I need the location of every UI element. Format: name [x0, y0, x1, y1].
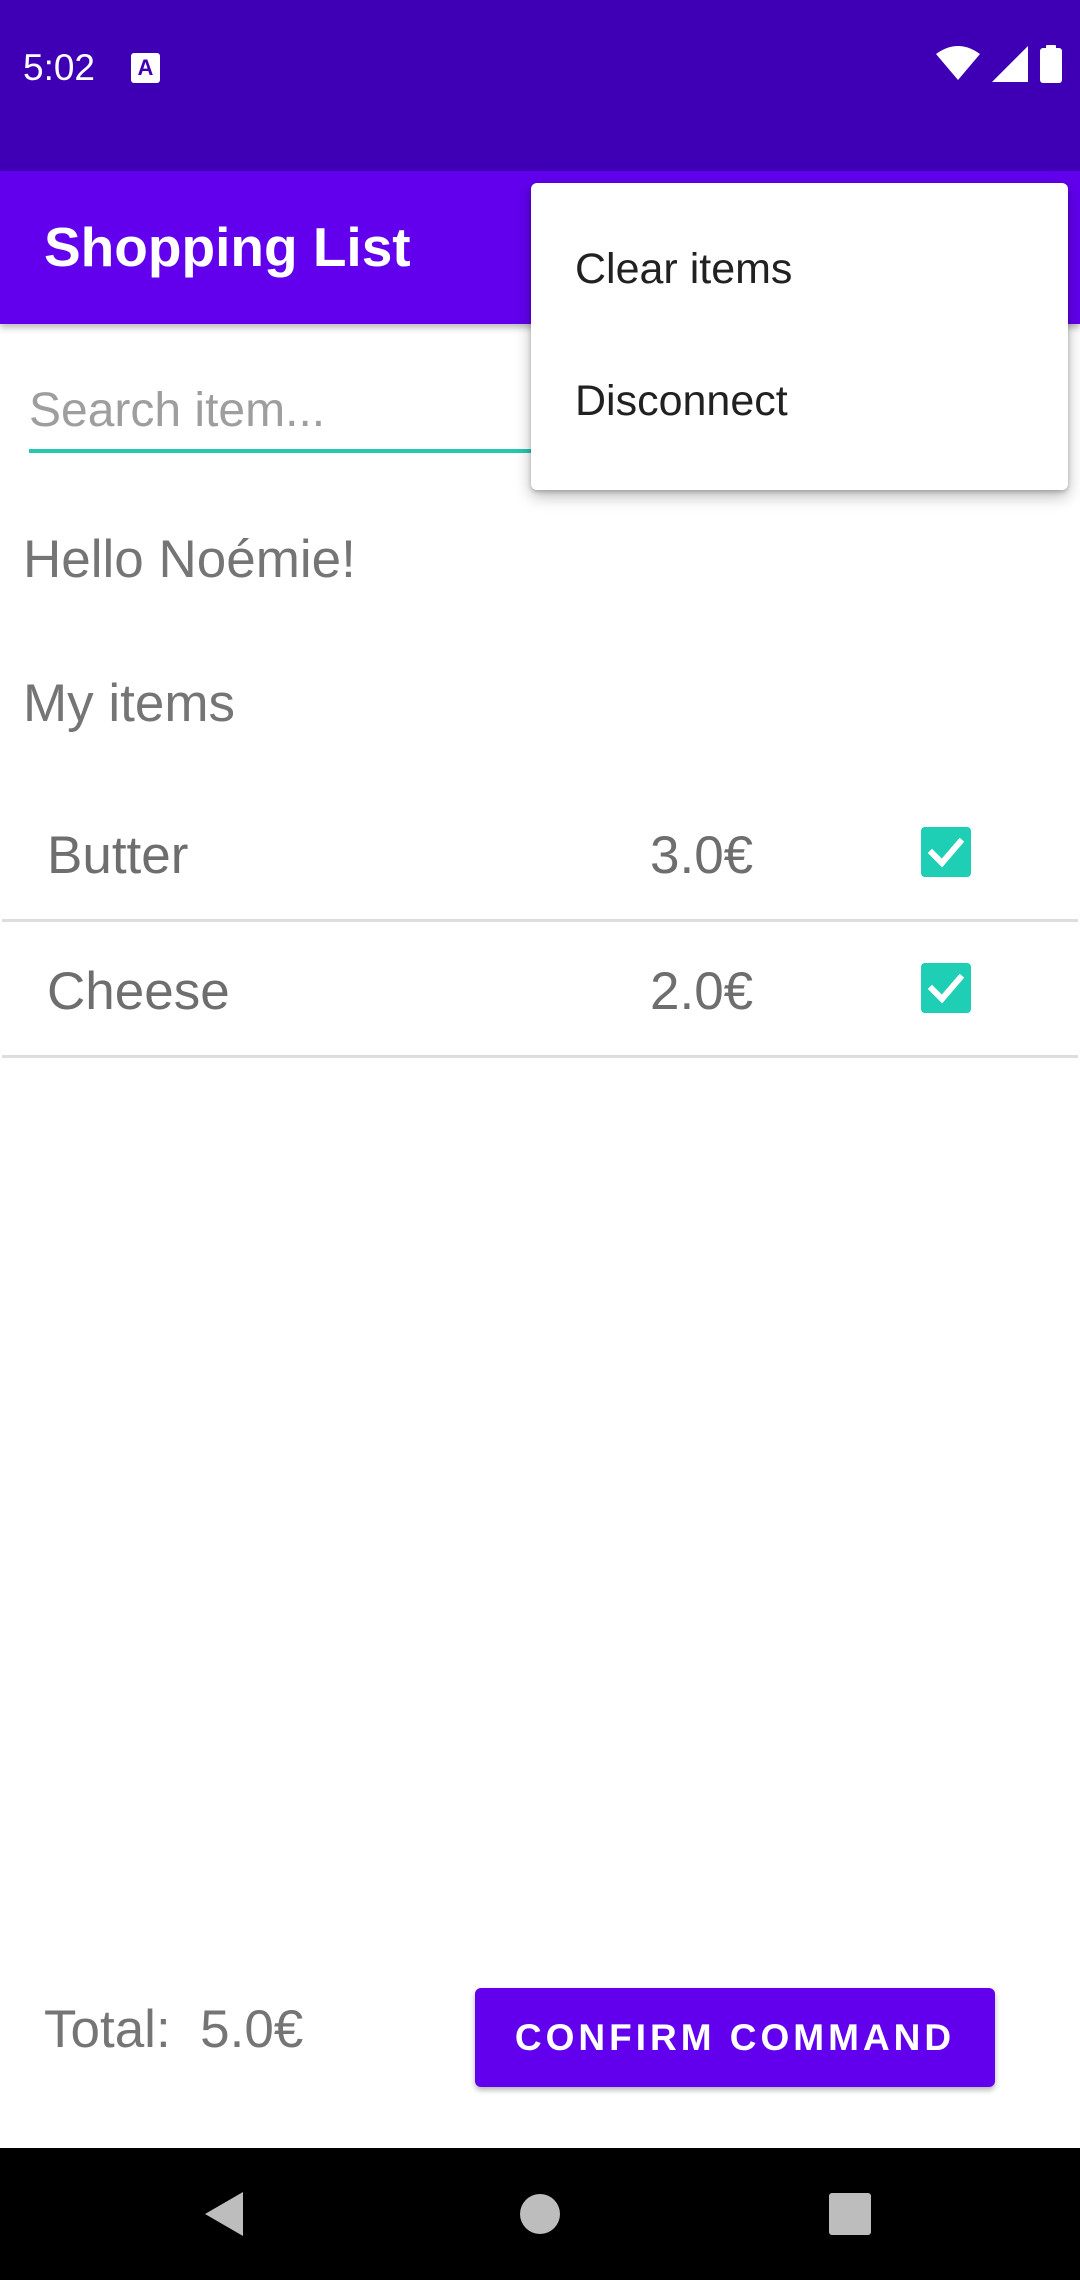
item-checkbox[interactable]	[921, 827, 971, 877]
menu-item-label: Disconnect	[575, 377, 788, 425]
item-price: 3.0€	[650, 826, 754, 885]
battery-icon	[1040, 44, 1062, 88]
status-time: 5:02	[23, 47, 96, 88]
item-list: Butter 3.0€ Cheese 2.0€	[2, 786, 1078, 1058]
navigation-bar	[0, 2148, 1080, 2280]
menu-item-label: Clear items	[575, 245, 793, 293]
back-icon[interactable]	[180, 2148, 270, 2280]
item-checkbox[interactable]	[921, 963, 971, 1013]
section-title: My items	[23, 674, 235, 733]
recents-icon[interactable]	[805, 2148, 895, 2280]
checkmark-icon	[927, 973, 965, 1004]
total-label: Total: 5.0€	[44, 2000, 304, 2059]
list-item[interactable]: Cheese 2.0€	[2, 922, 1078, 1058]
confirm-command-button[interactable]: CONFIRM COMMAND	[475, 1988, 995, 2087]
greeting-text: Hello Noémie!	[23, 530, 356, 589]
app-title: Shopping List	[44, 216, 411, 278]
checkmark-icon	[927, 837, 965, 868]
notification-a-icon: A	[131, 53, 160, 83]
wifi-icon	[936, 45, 980, 87]
home-icon[interactable]	[495, 2148, 585, 2280]
menu-item-disconnect[interactable]: Disconnect	[531, 335, 1068, 467]
overflow-menu: Clear items Disconnect	[531, 183, 1068, 490]
item-name: Butter	[47, 826, 189, 885]
status-bar: 5:02 A	[0, 0, 1080, 171]
signal-icon	[992, 45, 1028, 87]
menu-item-clear-items[interactable]: Clear items	[531, 203, 1068, 335]
item-name: Cheese	[47, 962, 230, 1021]
list-item[interactable]: Butter 3.0€	[2, 786, 1078, 922]
status-icons	[936, 44, 1062, 88]
item-price: 2.0€	[650, 962, 754, 1021]
